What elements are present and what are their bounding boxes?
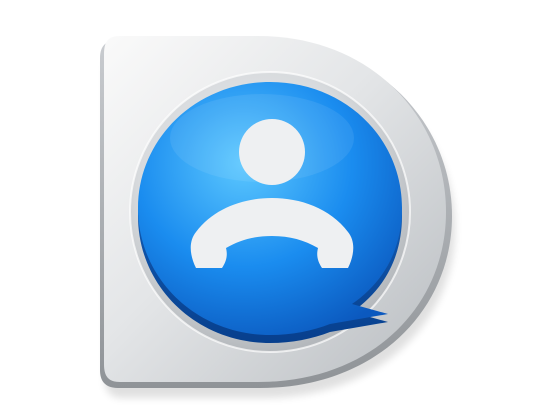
icon-canvas	[0, 0, 560, 420]
app-icon[interactable]	[0, 0, 560, 420]
contact-chat-bubble-icon	[100, 36, 455, 398]
person-head-icon	[239, 119, 305, 185]
